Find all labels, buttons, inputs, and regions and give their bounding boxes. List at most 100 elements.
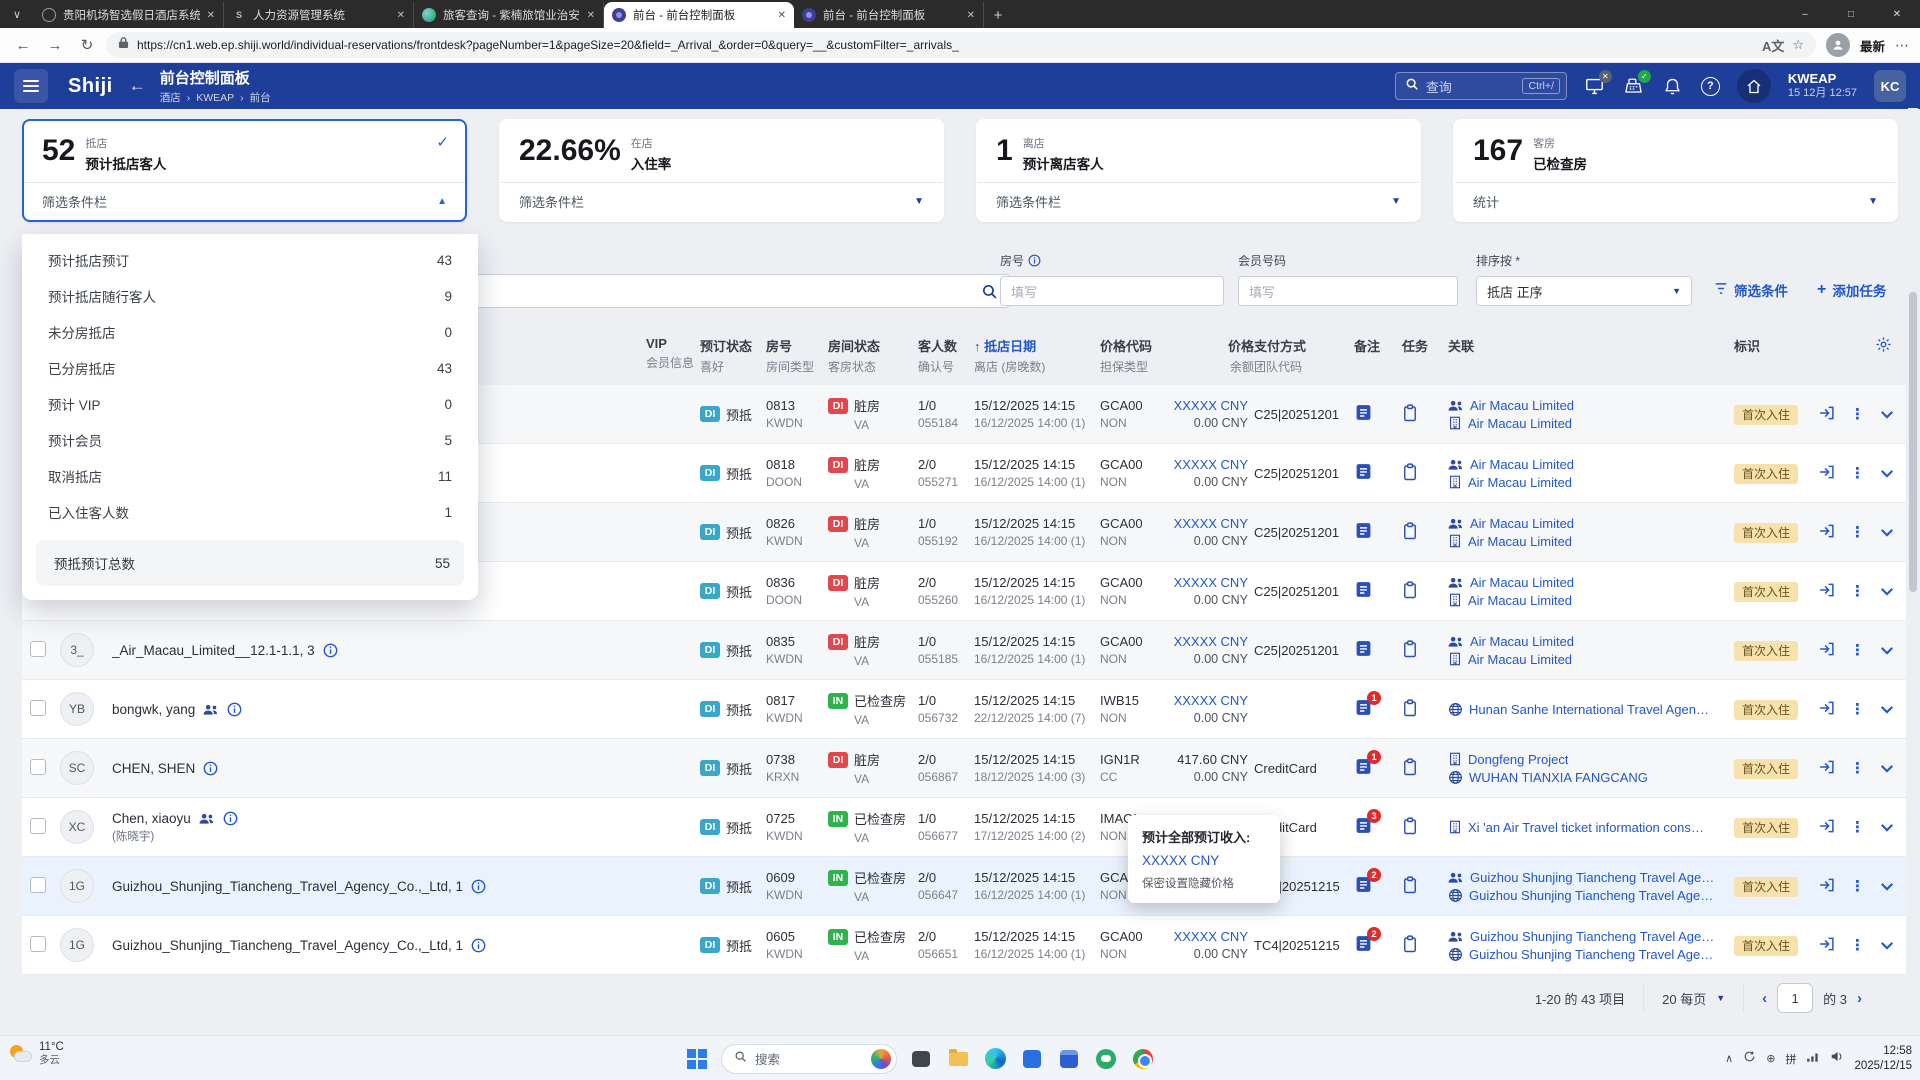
dropdown-item[interactable]: 未分房抵店0 [22, 314, 478, 350]
column-header[interactable]: 支付方式团队代码 [1254, 336, 1354, 375]
price-link[interactable]: XXXXX CNY [1162, 929, 1248, 944]
table-row[interactable]: 1GGuizhou_Shunjing_Tiancheng_Travel_Agen… [22, 916, 1906, 975]
note-icon[interactable]: 3 [1354, 816, 1373, 835]
price-link[interactable]: XXXXX CNY [1162, 693, 1248, 708]
info-icon[interactable] [323, 643, 338, 658]
browser-menu-icon[interactable]: ⋯ [1895, 37, 1910, 54]
task-clipboard-icon[interactable] [1402, 817, 1418, 835]
task-clipboard-icon[interactable] [1402, 463, 1418, 481]
task-clipboard-icon[interactable] [1402, 522, 1418, 540]
expand-row-icon[interactable] [1880, 525, 1894, 540]
table-row[interactable]: 3__Air_Macau_Limited__12.1-1.1, 3DI预抵083… [22, 621, 1906, 680]
info-icon[interactable] [203, 761, 218, 776]
dropdown-item[interactable]: 取消抵店11 [22, 458, 478, 494]
tab-close-icon[interactable]: ✕ [207, 10, 215, 21]
tab-close-icon[interactable]: ✕ [397, 10, 405, 21]
task-view-icon[interactable] [908, 1046, 934, 1072]
check-in-icon[interactable] [1818, 877, 1835, 896]
add-task-button[interactable]: + 添加任务 [1817, 280, 1886, 300]
check-in-icon[interactable] [1818, 405, 1835, 424]
home-icon[interactable] [1737, 69, 1771, 103]
network-icon[interactable] [1806, 1050, 1820, 1068]
info-icon[interactable] [223, 811, 238, 826]
next-page-icon[interactable]: › [1857, 990, 1862, 1007]
linked-profile[interactable]: Air Macau Limited [1448, 475, 1724, 490]
stat-card[interactable]: 22.66%在店入住率筛选条件栏▼ [499, 119, 944, 222]
taskbar-clock[interactable]: 12:58 2025/12/15 [1854, 1044, 1912, 1074]
linked-profile[interactable]: Air Macau Limited [1448, 416, 1724, 431]
price-link[interactable]: XXXXX CNY [1162, 457, 1248, 472]
note-icon[interactable] [1354, 462, 1373, 481]
breadcrumb-property[interactable]: KWEAP [196, 92, 234, 104]
more-actions-icon[interactable]: ⋮ [1850, 641, 1865, 659]
column-header[interactable]: 客人数确认号 [918, 336, 974, 375]
dropdown-item[interactable]: 已分房抵店43 [22, 350, 478, 386]
price-link[interactable]: XXXXX CNY [1162, 398, 1248, 413]
new-tab-button[interactable]: + [984, 2, 1012, 28]
scrollbar-thumb[interactable] [1909, 292, 1917, 592]
note-icon[interactable] [1354, 580, 1373, 599]
price-link[interactable]: XXXXX CNY [1162, 516, 1248, 531]
card-footer-toggle[interactable]: 筛选条件栏▼ [501, 182, 942, 220]
expand-row-icon[interactable] [1880, 761, 1894, 776]
row-checkbox[interactable] [30, 759, 46, 775]
more-actions-icon[interactable]: ⋮ [1850, 582, 1865, 600]
linked-profile[interactable]: Guizhou Shunjing Tiancheng Travel Age… [1448, 870, 1724, 885]
expand-row-icon[interactable] [1880, 643, 1894, 658]
linked-profile[interactable]: Air Macau Limited [1448, 652, 1724, 667]
linked-profile[interactable]: Guizhou Shunjing Tiancheng Travel Age… [1448, 929, 1724, 944]
task-clipboard-icon[interactable] [1402, 404, 1418, 422]
table-row[interactable]: XCChen, xiaoyu(陈晓宇)DI预抵0725KWDNIN已检查房VA1… [22, 798, 1906, 857]
expand-row-icon[interactable] [1880, 407, 1894, 422]
browser-tab[interactable]: 前台 - 前台控制面板✕ [794, 2, 984, 28]
expand-row-icon[interactable] [1880, 820, 1894, 835]
more-actions-icon[interactable]: ⋮ [1850, 405, 1865, 423]
column-header[interactable]: ↑ 抵店日期离店 (房晚数) [974, 336, 1100, 375]
row-checkbox[interactable] [30, 700, 46, 716]
translate-icon[interactable]: A文 [1762, 36, 1784, 55]
tab-close-icon[interactable]: ✕ [587, 10, 595, 21]
stat-card[interactable]: 1离店预计离店客人筛选条件栏▼ [976, 119, 1421, 222]
task-clipboard-icon[interactable] [1402, 876, 1418, 894]
linked-profile[interactable]: Air Macau Limited [1448, 398, 1724, 413]
linked-profile[interactable]: Air Macau Limited [1448, 516, 1724, 531]
note-icon[interactable]: 2 [1354, 934, 1373, 953]
dropdown-item[interactable]: 预计会员5 [22, 422, 478, 458]
price-link[interactable]: XXXXX CNY [1162, 575, 1248, 590]
user-avatar[interactable]: KC [1874, 70, 1906, 102]
linked-profile[interactable]: Hunan Sanhe International Travel Agen… [1448, 702, 1724, 717]
task-clipboard-icon[interactable] [1402, 699, 1418, 717]
weather-widget[interactable]: 11°C 多云 [10, 1040, 64, 1068]
stat-card[interactable]: 52抵店预计抵店客人✓筛选条件栏▲ [22, 119, 467, 222]
breadcrumb-hotel[interactable]: 酒店 [160, 90, 181, 105]
dropdown-item[interactable]: 预计抵店随行客人9 [22, 278, 478, 314]
table-row[interactable]: SCCHEN, SHENDI预抵0738KRXNDI脏房VA2/00568671… [22, 739, 1906, 798]
more-actions-icon[interactable]: ⋮ [1850, 523, 1865, 541]
check-in-icon[interactable] [1818, 582, 1835, 601]
browser-tab[interactable]: 前台 - 前台控制面板✕ [604, 2, 794, 28]
price-link[interactable]: XXXXX CNY [1162, 634, 1248, 649]
column-header[interactable]: 房号房间类型 [766, 336, 828, 375]
filter-conditions-button[interactable]: 筛选条件 [1714, 280, 1788, 300]
note-icon[interactable]: 2 [1354, 875, 1373, 894]
tray-chevron-up-icon[interactable]: ∧ [1725, 1052, 1733, 1065]
check-in-icon[interactable] [1818, 759, 1835, 778]
column-header[interactable]: 价格余额 [1162, 336, 1254, 375]
window-minimize-button[interactable]: – [1782, 0, 1828, 28]
browser-tab[interactable]: 旅客查询 - 紫楠旅馆业治安信息管✕ [414, 2, 604, 28]
column-header[interactable]: 关联 [1448, 336, 1734, 355]
notifications-bell-icon[interactable] [1662, 75, 1684, 97]
calculator-icon[interactable] [1056, 1046, 1082, 1072]
file-explorer-icon[interactable] [945, 1046, 971, 1072]
dropdown-item[interactable]: 预计抵店预订43 [22, 242, 478, 278]
note-icon[interactable]: 1 [1354, 698, 1373, 717]
column-header[interactable]: 房间状态客房状态 [828, 336, 918, 375]
card-footer-toggle[interactable]: 筛选条件栏▼ [978, 182, 1419, 220]
row-checkbox[interactable] [30, 641, 46, 657]
column-header[interactable]: VIP会员信息 [646, 336, 700, 371]
edge-icon[interactable] [982, 1046, 1008, 1072]
linked-profile[interactable]: Air Macau Limited [1448, 634, 1724, 649]
breadcrumb-frontdesk[interactable]: 前台 [250, 90, 271, 105]
table-row[interactable]: 1GGuizhou_Shunjing_Tiancheng_Travel_Agen… [22, 857, 1906, 916]
room-number-input[interactable]: 填写 [1000, 276, 1224, 306]
